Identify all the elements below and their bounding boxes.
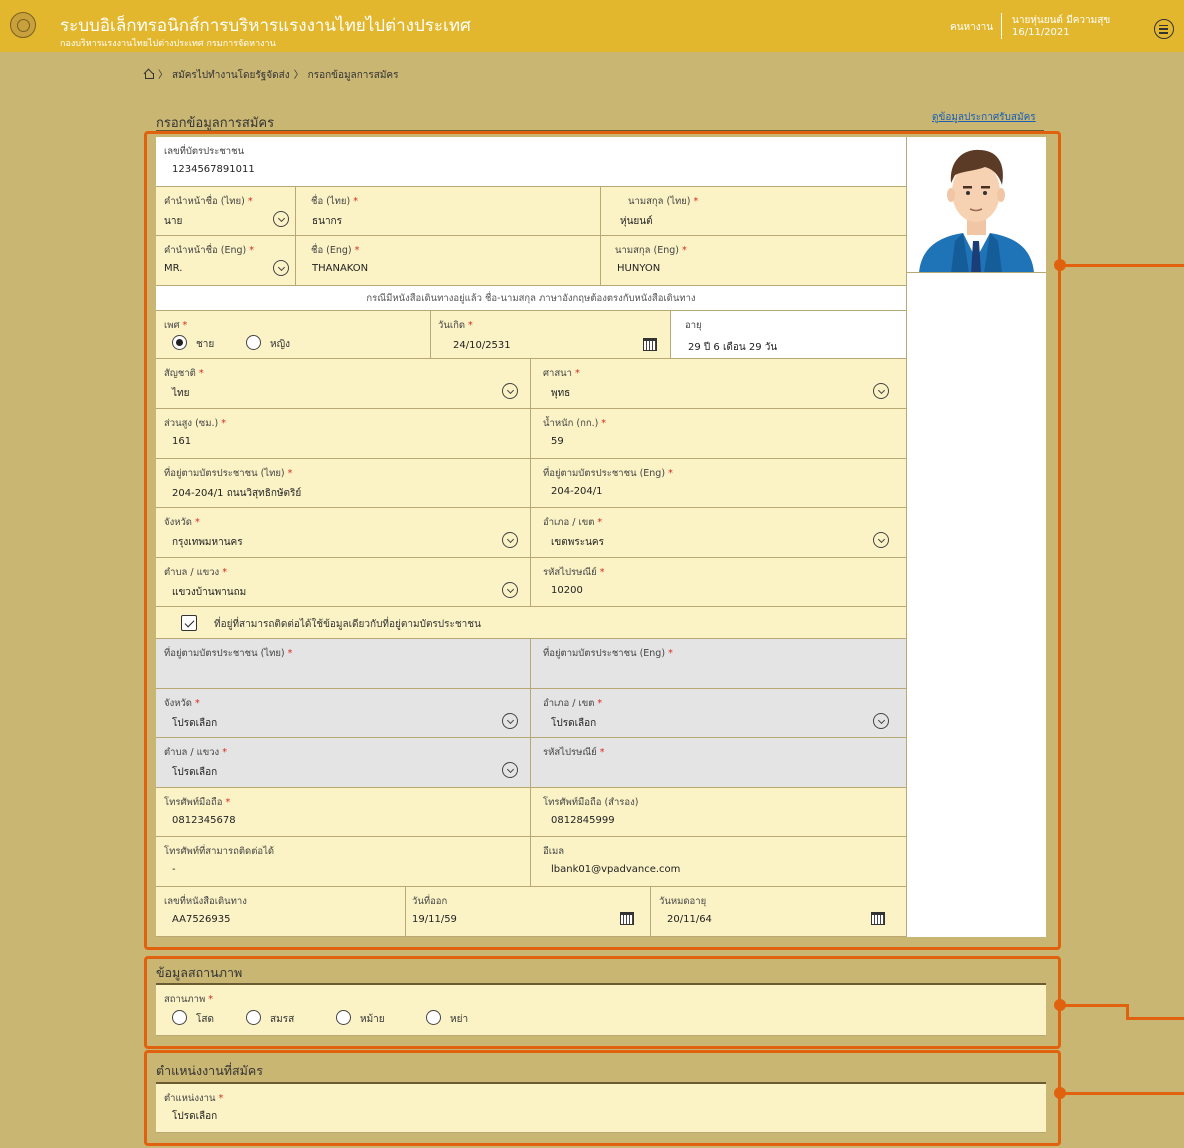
top-bar: ระบบอิเล็กทรอนิกส์การบริหารแรงงานไทยไปต่…	[0, 0, 1184, 52]
breadcrumb-separator: 〉	[293, 70, 304, 81]
breadcrumb: 〉สมัครไปทำงานโดยรัฐจัดส่ง〉กรอกข้อมูลการส…	[143, 66, 399, 83]
breadcrumb-item-current: กรอกข้อมูลการสมัคร	[307, 70, 399, 81]
breadcrumb-item-apply[interactable]: สมัครไปทำงานโดยรัฐจัดส่ง	[172, 70, 290, 81]
home-icon[interactable]	[143, 69, 154, 79]
user-role: คนหางาน	[950, 22, 994, 33]
annotation-line	[1126, 1017, 1184, 1020]
breadcrumb-separator: 〉	[158, 70, 168, 81]
annotation-line	[1064, 264, 1184, 267]
user-name: นายหุ่นยนต์ มีความสุข	[1012, 15, 1111, 26]
hamburger-menu-icon[interactable]	[1154, 19, 1174, 39]
government-seal-logo	[10, 12, 36, 38]
highlight-personal-section	[144, 131, 1061, 950]
highlight-position-section	[144, 1050, 1061, 1146]
annotation-line	[1064, 1092, 1184, 1095]
highlight-status-section	[144, 956, 1061, 1049]
view-announcement-link[interactable]: ดูข้อมูลประกาศรับสมัคร	[932, 110, 1036, 125]
user-date: 16/11/2021	[1012, 27, 1070, 38]
app-subtitle: กองบริหารแรงงานไทยไปต่างประเทศ กรมการจัด…	[60, 39, 276, 49]
header-divider	[1001, 13, 1002, 39]
app-title: ระบบอิเล็กทรอนิกส์การบริหารแรงงานไทยไปต่…	[60, 16, 471, 36]
annotation-line	[1064, 1004, 1128, 1007]
